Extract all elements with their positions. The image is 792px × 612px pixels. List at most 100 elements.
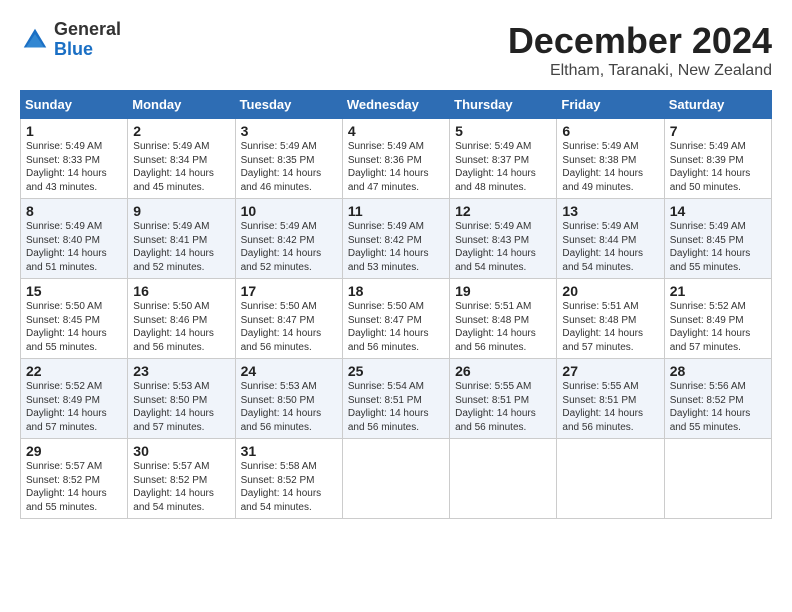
cell-info: Sunrise: 5:49 AMSunset: 8:42 PMDaylight:… [348, 221, 429, 273]
calendar-cell: 10 Sunrise: 5:49 AMSunset: 8:42 PMDaylig… [235, 199, 342, 279]
day-number: 5 [455, 123, 551, 139]
calendar-cell: 24 Sunrise: 5:53 AMSunset: 8:50 PMDaylig… [235, 359, 342, 439]
logo-icon [20, 25, 50, 55]
calendar-cell: 2 Sunrise: 5:49 AMSunset: 8:34 PMDayligh… [128, 119, 235, 199]
calendar-cell [342, 439, 449, 519]
day-number: 25 [348, 363, 444, 379]
day-number: 23 [133, 363, 229, 379]
calendar-cell: 26 Sunrise: 5:55 AMSunset: 8:51 PMDaylig… [450, 359, 557, 439]
calendar-cell: 22 Sunrise: 5:52 AMSunset: 8:49 PMDaylig… [21, 359, 128, 439]
calendar-cell: 20 Sunrise: 5:51 AMSunset: 8:48 PMDaylig… [557, 279, 664, 359]
cell-info: Sunrise: 5:51 AMSunset: 8:48 PMDaylight:… [562, 301, 643, 353]
cell-info: Sunrise: 5:49 AMSunset: 8:39 PMDaylight:… [670, 141, 751, 193]
cell-info: Sunrise: 5:49 AMSunset: 8:43 PMDaylight:… [455, 221, 536, 273]
day-number: 31 [241, 443, 337, 459]
calendar-cell: 17 Sunrise: 5:50 AMSunset: 8:47 PMDaylig… [235, 279, 342, 359]
cell-info: Sunrise: 5:49 AMSunset: 8:34 PMDaylight:… [133, 141, 214, 193]
cell-info: Sunrise: 5:49 AMSunset: 8:36 PMDaylight:… [348, 141, 429, 193]
day-number: 26 [455, 363, 551, 379]
cell-info: Sunrise: 5:53 AMSunset: 8:50 PMDaylight:… [133, 381, 214, 433]
cell-info: Sunrise: 5:52 AMSunset: 8:49 PMDaylight:… [26, 381, 107, 433]
calendar-cell: 18 Sunrise: 5:50 AMSunset: 8:47 PMDaylig… [342, 279, 449, 359]
location: Eltham, Taranaki, New Zealand [508, 62, 772, 80]
cell-info: Sunrise: 5:49 AMSunset: 8:33 PMDaylight:… [26, 141, 107, 193]
day-number: 27 [562, 363, 658, 379]
calendar-week-row: 15 Sunrise: 5:50 AMSunset: 8:45 PMDaylig… [21, 279, 772, 359]
cell-info: Sunrise: 5:49 AMSunset: 8:42 PMDaylight:… [241, 221, 322, 273]
day-number: 8 [26, 203, 122, 219]
day-number: 14 [670, 203, 766, 219]
day-number: 20 [562, 283, 658, 299]
calendar-cell: 13 Sunrise: 5:49 AMSunset: 8:44 PMDaylig… [557, 199, 664, 279]
day-number: 4 [348, 123, 444, 139]
calendar-cell [664, 439, 771, 519]
calendar-cell: 31 Sunrise: 5:58 AMSunset: 8:52 PMDaylig… [235, 439, 342, 519]
day-header-monday: Monday [128, 91, 235, 119]
calendar-cell: 15 Sunrise: 5:50 AMSunset: 8:45 PMDaylig… [21, 279, 128, 359]
day-number: 29 [26, 443, 122, 459]
logo: General Blue [20, 20, 121, 60]
calendar-cell: 11 Sunrise: 5:49 AMSunset: 8:42 PMDaylig… [342, 199, 449, 279]
day-number: 28 [670, 363, 766, 379]
cell-info: Sunrise: 5:57 AMSunset: 8:52 PMDaylight:… [133, 461, 214, 513]
day-header-wednesday: Wednesday [342, 91, 449, 119]
cell-info: Sunrise: 5:50 AMSunset: 8:46 PMDaylight:… [133, 301, 214, 353]
cell-info: Sunrise: 5:49 AMSunset: 8:38 PMDaylight:… [562, 141, 643, 193]
day-number: 3 [241, 123, 337, 139]
cell-info: Sunrise: 5:49 AMSunset: 8:37 PMDaylight:… [455, 141, 536, 193]
day-number: 11 [348, 203, 444, 219]
cell-info: Sunrise: 5:50 AMSunset: 8:47 PMDaylight:… [348, 301, 429, 353]
day-number: 6 [562, 123, 658, 139]
calendar-cell: 3 Sunrise: 5:49 AMSunset: 8:35 PMDayligh… [235, 119, 342, 199]
calendar-cell [557, 439, 664, 519]
day-number: 2 [133, 123, 229, 139]
day-number: 22 [26, 363, 122, 379]
day-header-thursday: Thursday [450, 91, 557, 119]
day-number: 10 [241, 203, 337, 219]
day-number: 19 [455, 283, 551, 299]
day-header-tuesday: Tuesday [235, 91, 342, 119]
day-number: 15 [26, 283, 122, 299]
calendar-cell: 28 Sunrise: 5:56 AMSunset: 8:52 PMDaylig… [664, 359, 771, 439]
logo-general-text: General [54, 19, 121, 39]
calendar-cell: 5 Sunrise: 5:49 AMSunset: 8:37 PMDayligh… [450, 119, 557, 199]
cell-info: Sunrise: 5:57 AMSunset: 8:52 PMDaylight:… [26, 461, 107, 513]
logo-blue-text: Blue [54, 39, 93, 59]
calendar-cell: 4 Sunrise: 5:49 AMSunset: 8:36 PMDayligh… [342, 119, 449, 199]
calendar-cell: 30 Sunrise: 5:57 AMSunset: 8:52 PMDaylig… [128, 439, 235, 519]
day-header-sunday: Sunday [21, 91, 128, 119]
cell-info: Sunrise: 5:55 AMSunset: 8:51 PMDaylight:… [455, 381, 536, 433]
cell-info: Sunrise: 5:49 AMSunset: 8:45 PMDaylight:… [670, 221, 751, 273]
calendar-cell: 25 Sunrise: 5:54 AMSunset: 8:51 PMDaylig… [342, 359, 449, 439]
day-number: 1 [26, 123, 122, 139]
calendar-week-row: 8 Sunrise: 5:49 AMSunset: 8:40 PMDayligh… [21, 199, 772, 279]
calendar-cell: 6 Sunrise: 5:49 AMSunset: 8:38 PMDayligh… [557, 119, 664, 199]
cell-info: Sunrise: 5:58 AMSunset: 8:52 PMDaylight:… [241, 461, 322, 513]
cell-info: Sunrise: 5:49 AMSunset: 8:44 PMDaylight:… [562, 221, 643, 273]
calendar-header-row: SundayMondayTuesdayWednesdayThursdayFrid… [21, 91, 772, 119]
day-header-friday: Friday [557, 91, 664, 119]
calendar-cell: 9 Sunrise: 5:49 AMSunset: 8:41 PMDayligh… [128, 199, 235, 279]
calendar-cell: 14 Sunrise: 5:49 AMSunset: 8:45 PMDaylig… [664, 199, 771, 279]
title-block: December 2024 Eltham, Taranaki, New Zeal… [508, 20, 772, 80]
day-number: 9 [133, 203, 229, 219]
calendar-cell: 19 Sunrise: 5:51 AMSunset: 8:48 PMDaylig… [450, 279, 557, 359]
cell-info: Sunrise: 5:54 AMSunset: 8:51 PMDaylight:… [348, 381, 429, 433]
cell-info: Sunrise: 5:55 AMSunset: 8:51 PMDaylight:… [562, 381, 643, 433]
cell-info: Sunrise: 5:49 AMSunset: 8:40 PMDaylight:… [26, 221, 107, 273]
calendar-cell: 16 Sunrise: 5:50 AMSunset: 8:46 PMDaylig… [128, 279, 235, 359]
calendar-cell: 29 Sunrise: 5:57 AMSunset: 8:52 PMDaylig… [21, 439, 128, 519]
day-header-saturday: Saturday [664, 91, 771, 119]
cell-info: Sunrise: 5:53 AMSunset: 8:50 PMDaylight:… [241, 381, 322, 433]
calendar-week-row: 1 Sunrise: 5:49 AMSunset: 8:33 PMDayligh… [21, 119, 772, 199]
calendar-cell: 21 Sunrise: 5:52 AMSunset: 8:49 PMDaylig… [664, 279, 771, 359]
calendar-cell: 8 Sunrise: 5:49 AMSunset: 8:40 PMDayligh… [21, 199, 128, 279]
cell-info: Sunrise: 5:50 AMSunset: 8:45 PMDaylight:… [26, 301, 107, 353]
day-number: 30 [133, 443, 229, 459]
month-title: December 2024 [508, 20, 772, 62]
calendar-cell: 1 Sunrise: 5:49 AMSunset: 8:33 PMDayligh… [21, 119, 128, 199]
day-number: 17 [241, 283, 337, 299]
cell-info: Sunrise: 5:56 AMSunset: 8:52 PMDaylight:… [670, 381, 751, 433]
day-number: 24 [241, 363, 337, 379]
calendar-week-row: 22 Sunrise: 5:52 AMSunset: 8:49 PMDaylig… [21, 359, 772, 439]
